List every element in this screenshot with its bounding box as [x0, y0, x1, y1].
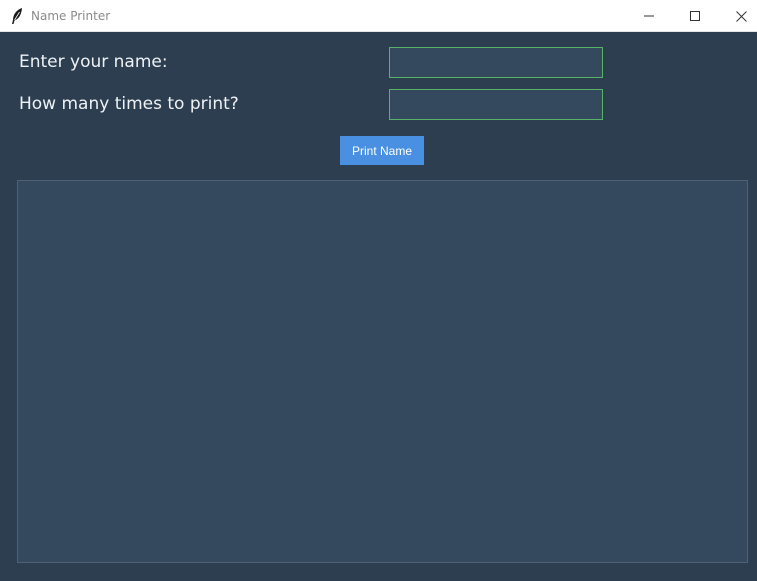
maximize-button[interactable] [672, 0, 718, 32]
maximize-icon [690, 11, 700, 21]
minimize-icon [644, 11, 654, 21]
output-textbox[interactable] [17, 180, 748, 563]
count-label: How many times to print? [19, 94, 239, 114]
close-icon [735, 10, 747, 22]
count-input[interactable] [389, 89, 603, 120]
app-window: Name Printer Enter your name: How many t… [0, 0, 757, 581]
name-label: Enter your name: [19, 52, 168, 72]
feather-icon [10, 7, 24, 25]
window-title: Name Printer [31, 9, 111, 23]
name-input[interactable] [389, 47, 603, 78]
minimize-button[interactable] [626, 0, 672, 32]
print-name-button[interactable]: Print Name [340, 136, 424, 165]
close-button[interactable] [718, 0, 757, 32]
title-bar[interactable]: Name Printer [0, 0, 757, 32]
